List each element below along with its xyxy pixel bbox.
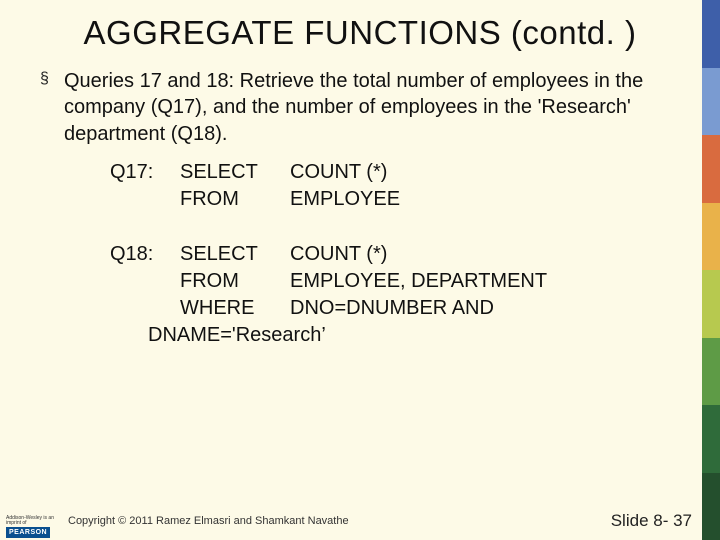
query-label: Q18: [110,241,180,268]
query-label [110,186,180,213]
content-area: § Queries 17 and 18: Retrieve the total … [0,58,720,349]
query-line: FROM EMPLOYEE [110,186,680,213]
page-title: AGGREGATE FUNCTIONS (contd. ) [0,0,720,58]
sql-arg: EMPLOYEE, DEPARTMENT [290,268,680,295]
query-continuation: DNAME='Research’ [148,322,680,349]
sql-keyword: WHERE [180,295,290,322]
slide: AGGREGATE FUNCTIONS (contd. ) § Queries … [0,0,720,540]
sql-arg: COUNT (*) [290,159,680,186]
slide-number: Slide 8- 37 [611,511,692,531]
query-label: Q17: [110,159,180,186]
sql-arg: DNO=DNUMBER AND [290,295,680,322]
imprint-text: Addison-Wesley is an imprint of [6,516,60,526]
bullet-text: Queries 17 and 18: Retrieve the total nu… [64,68,680,147]
sql-arg: COUNT (*) [290,241,680,268]
query-line: FROM EMPLOYEE, DEPARTMENT [110,268,680,295]
stripe-seg [702,135,720,203]
bullet-item: § Queries 17 and 18: Retrieve the total … [40,68,680,147]
sql-keyword: SELECT [180,159,290,186]
stripe-seg [702,270,720,338]
query-label [110,295,180,322]
copyright-text: Copyright © 2011 Ramez Elmasri and Shamk… [68,515,349,527]
sql-keyword: FROM [180,186,290,213]
stripe-seg [702,405,720,473]
query-q17: Q17: SELECT COUNT (*) FROM EMPLOYEE [110,159,680,213]
stripe-seg [702,338,720,406]
publisher-logo: Addison-Wesley is an imprint of PEARSON [6,504,60,538]
bullet-marker: § [40,68,54,90]
sql-keyword: SELECT [180,241,290,268]
stripe-seg [702,0,720,68]
decorative-stripe [702,0,720,540]
query-line: Q18: SELECT COUNT (*) [110,241,680,268]
sql-arg: EMPLOYEE [290,186,680,213]
query-q18: Q18: SELECT COUNT (*) FROM EMPLOYEE, DEP… [110,241,680,349]
stripe-seg [702,68,720,136]
query-label [110,268,180,295]
query-line: WHERE DNO=DNUMBER AND [110,295,680,322]
query-line: Q17: SELECT COUNT (*) [110,159,680,186]
stripe-seg [702,203,720,271]
pearson-badge: PEARSON [6,527,50,538]
footer: Addison-Wesley is an imprint of PEARSON … [0,502,720,540]
sql-keyword: FROM [180,268,290,295]
